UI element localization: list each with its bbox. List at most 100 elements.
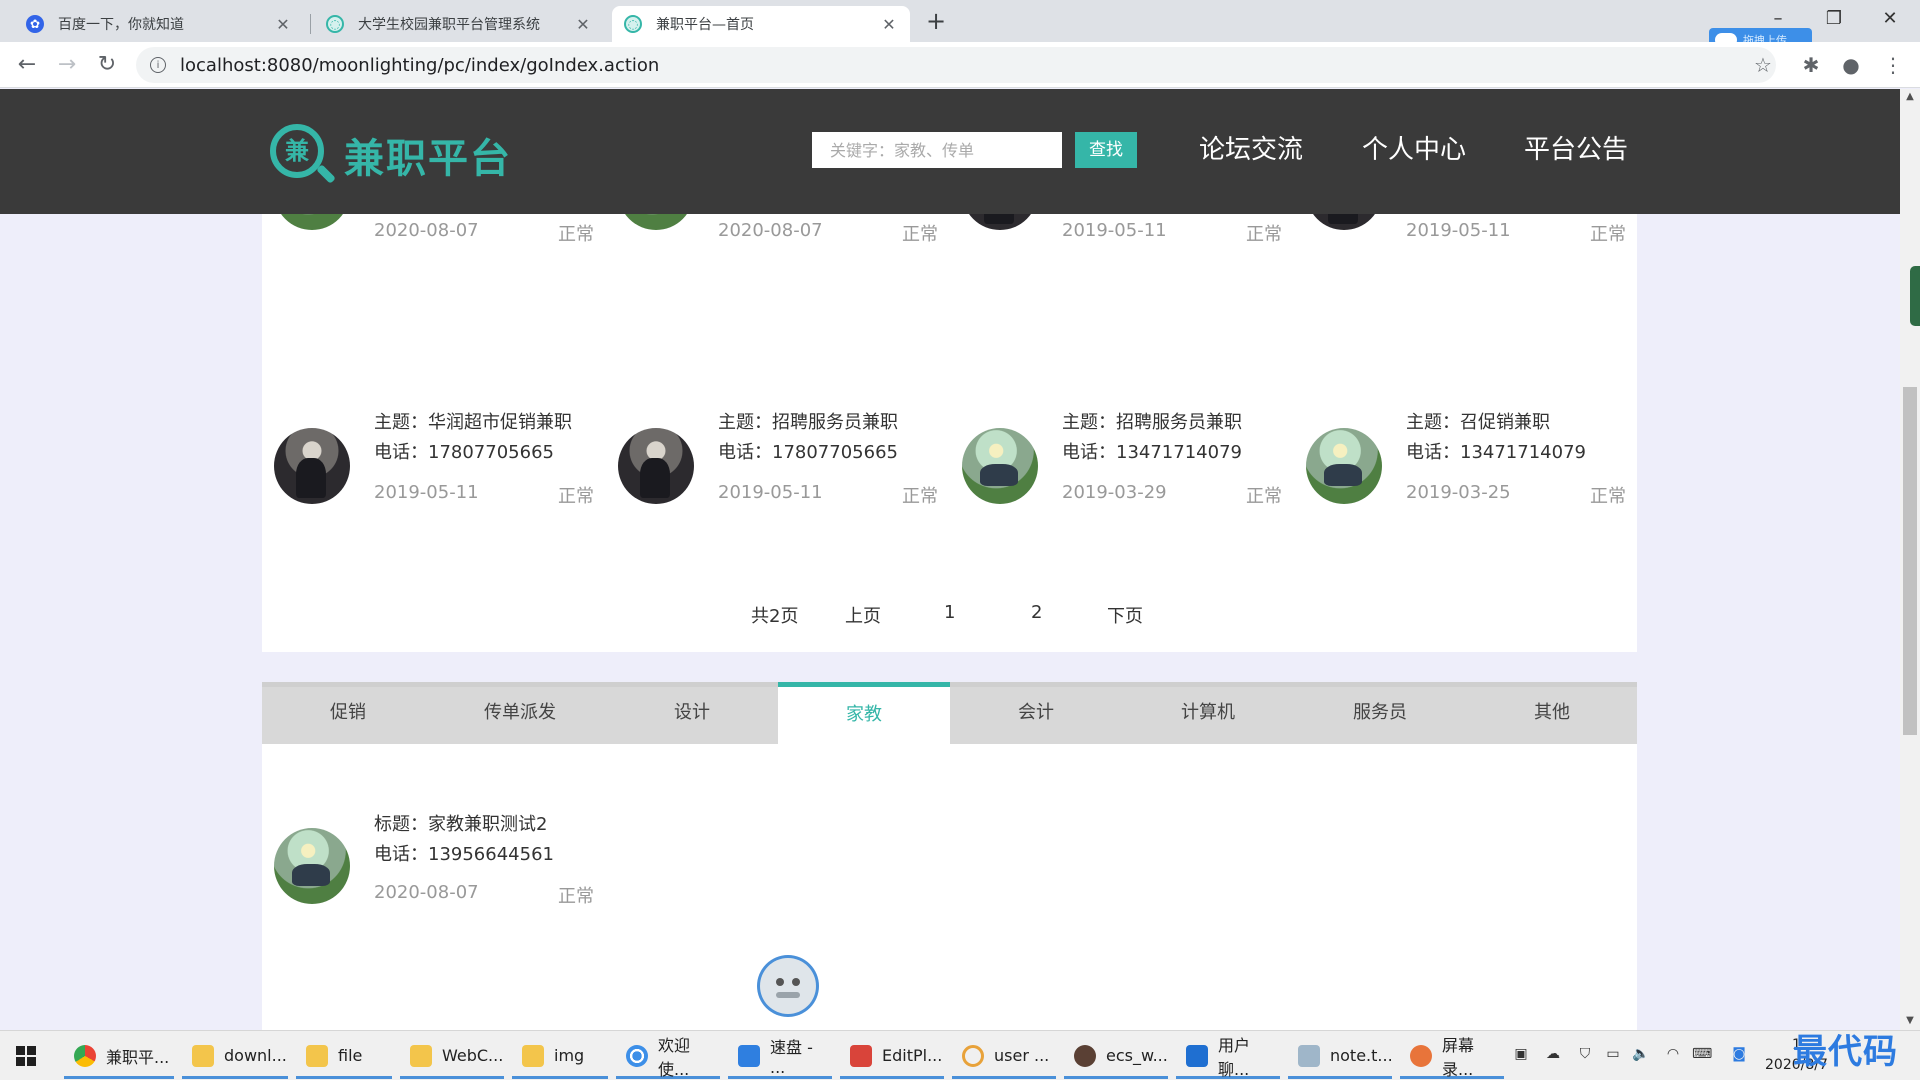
logo-glyph: 兼	[285, 137, 309, 165]
job-date: 2020-08-07	[374, 220, 479, 241]
site-info-icon[interactable]: i	[150, 57, 166, 73]
taskbar-label: 兼职平...	[106, 1047, 170, 1067]
job-card[interactable]: 主题：华润超市促销兼职 电话：17807705665 2019-05-11 正常	[262, 412, 602, 522]
taskbar-chat[interactable]: 用户聊...	[1176, 1035, 1280, 1079]
taskbar-webc[interactable]: WebC...	[400, 1035, 504, 1079]
job-date: 2019-03-29	[1062, 482, 1167, 503]
restore-icon[interactable]: ❐	[1806, 4, 1862, 34]
job-title[interactable]: 标题：家教兼职测试2	[374, 810, 547, 836]
tab-promotion[interactable]: 促销	[262, 682, 434, 744]
taskbar-img[interactable]: img	[512, 1035, 608, 1079]
taskbar-note[interactable]: note.t...	[1288, 1035, 1393, 1079]
new-tab-plus-icon[interactable]: +	[922, 8, 950, 36]
tab-waiter[interactable]: 服务员	[1294, 682, 1466, 744]
edge-icon	[1186, 1044, 1208, 1067]
taskbar-editplus[interactable]: EditPl...	[840, 1035, 944, 1079]
qq-tray-icon[interactable]: ◙	[1730, 1045, 1748, 1063]
browser-tab-home[interactable]: ◌ 兼职平台—首页 ✕	[612, 6, 910, 42]
magnifier-logo-icon: 兼	[268, 122, 336, 188]
url-path: :8080/moonlighting/pc/index/goIndex.acti…	[260, 54, 660, 76]
chat-robot-icon[interactable]	[757, 955, 819, 1017]
job-listing-panel: 2020-08-07 正常 2020-08-07 正常 2019-05-11 正…	[262, 154, 1637, 652]
taskbar-user[interactable]: user ...	[952, 1035, 1056, 1079]
tab-flyer[interactable]: 传单派发	[434, 682, 606, 744]
profile-avatar-icon[interactable]: ●	[1838, 52, 1864, 78]
tab-title: 百度一下，你就知道	[58, 17, 184, 33]
close-icon[interactable]: ✕	[574, 15, 592, 34]
tab-accounting[interactable]: 会计	[950, 682, 1122, 744]
wifi-tray-icon[interactable]: ◠	[1664, 1045, 1682, 1063]
job-title[interactable]: 主题：召促销兼职	[1406, 408, 1550, 434]
taskbar-label: 欢迎使...	[658, 1035, 691, 1079]
pagination-page-2[interactable]: 2	[1031, 602, 1042, 623]
taskbar-supan[interactable]: 速盘 - ...	[728, 1035, 832, 1079]
job-status: 正常	[902, 486, 938, 507]
job-title[interactable]: 主题：招聘服务员兼职	[718, 408, 898, 434]
scroll-down-icon[interactable]: ▼	[1900, 1015, 1920, 1026]
nav-forum[interactable]: 论坛交流	[1199, 129, 1303, 166]
baidu-cloud-icon	[626, 1044, 648, 1067]
site-logo[interactable]: 兼 兼职平台	[268, 122, 512, 188]
bookmark-star-icon[interactable]: ☆	[1750, 52, 1776, 78]
search-button[interactable]: 查找	[1075, 132, 1137, 168]
close-icon[interactable]: ✕	[274, 15, 292, 34]
baidu-paw-icon: ✿	[26, 15, 44, 33]
pagination-next[interactable]: 下页	[1107, 602, 1143, 628]
shield-tray-icon[interactable]: ⛉	[1576, 1045, 1594, 1063]
page-scrollbar[interactable]: ▲ ▼	[1900, 89, 1920, 1030]
camera-tray-icon[interactable]: ▣	[1512, 1045, 1530, 1063]
taskbar-file[interactable]: file	[296, 1035, 392, 1079]
tab-title: 兼职平台—首页	[656, 17, 754, 33]
reload-icon[interactable]: ↻	[92, 50, 122, 80]
job-card[interactable]: 主题：招聘服务员兼职 电话：13471714079 2019-03-29 正常	[950, 412, 1290, 522]
job-phone: 电话：13471714079	[1062, 442, 1242, 463]
taskbar-downloads[interactable]: downl...	[182, 1035, 288, 1079]
menu-kebab-icon[interactable]: ⋮	[1880, 52, 1906, 78]
address-bar[interactable]: i localhost:8080/moonlighting/pc/index/g…	[136, 47, 1776, 83]
folder-icon	[410, 1044, 432, 1067]
tab-design[interactable]: 设计	[606, 682, 778, 744]
pagination-prev[interactable]: 上页	[845, 602, 881, 628]
nav-personal-center[interactable]: 个人中心	[1362, 129, 1466, 166]
keyboard-tray-icon[interactable]: ⌨	[1692, 1045, 1712, 1063]
taskbar-welcome[interactable]: 欢迎使...	[616, 1035, 720, 1079]
window-close-icon[interactable]: ✕	[1862, 4, 1918, 34]
windows-start-icon[interactable]	[16, 1046, 36, 1066]
job-card[interactable]: 标题：家教兼职测试2 电话：13956644561 2020-08-07 正常	[262, 812, 602, 922]
keyword-search-input[interactable]	[812, 132, 1062, 168]
job-title[interactable]: 主题：华润超市促销兼职	[374, 408, 572, 434]
job-status: 正常	[902, 224, 938, 245]
side-drawer-handle[interactable]	[1910, 266, 1920, 326]
tab-tutoring[interactable]: 家教	[778, 682, 950, 744]
taskbar-label: 速盘 - ...	[770, 1038, 813, 1077]
scroll-up-icon[interactable]: ▲	[1900, 91, 1920, 102]
pagination-page-1[interactable]: 1	[944, 602, 955, 623]
cloud-tray-icon[interactable]: ☁	[1544, 1045, 1562, 1063]
taskbar-recorder[interactable]: 屏幕录...	[1400, 1035, 1504, 1079]
search-logo-icon: ◌	[326, 15, 344, 33]
volume-tray-icon[interactable]: 🔈	[1632, 1045, 1650, 1063]
taskbar-chrome[interactable]: 兼职平...	[64, 1035, 174, 1079]
close-icon[interactable]: ✕	[880, 15, 898, 34]
job-phone: 电话：13956644561	[374, 844, 554, 865]
job-card[interactable]: 主题：招聘服务员兼职 电话：17807705665 2019-05-11 正常	[606, 412, 946, 522]
back-arrow-icon[interactable]: ←	[12, 50, 42, 80]
browser-toolbar: ← → ↻ i localhost:8080/moonlighting/pc/i…	[0, 42, 1920, 88]
battery-tray-icon[interactable]: ▭	[1604, 1045, 1622, 1063]
ring-app-icon	[962, 1044, 984, 1067]
extensions-puzzle-icon[interactable]: ✱	[1798, 52, 1824, 78]
browser-tab-admin[interactable]: ◌ 大学生校园兼职平台管理系统 ✕	[314, 6, 604, 42]
job-card[interactable]: 主题：召促销兼职 电话：13471714079 2019-03-25 正常	[1294, 412, 1634, 522]
taskbar-label: 用户聊...	[1218, 1035, 1251, 1079]
tab-other[interactable]: 其他	[1466, 682, 1638, 744]
job-title[interactable]: 主题：招聘服务员兼职	[1062, 408, 1242, 434]
taskbar-ecs[interactable]: ecs_w...	[1064, 1035, 1168, 1079]
scrollbar-thumb[interactable]	[1903, 387, 1917, 735]
browser-tab-baidu[interactable]: ✿ 百度一下，你就知道 ✕	[14, 6, 304, 42]
job-status: 正常	[558, 486, 594, 507]
nav-announcements[interactable]: 平台公告	[1524, 129, 1628, 166]
tab-computer[interactable]: 计算机	[1122, 682, 1294, 744]
job-phone: 电话：13471714079	[1406, 442, 1586, 463]
job-phone: 电话：17807705665	[718, 442, 898, 463]
forward-arrow-icon[interactable]: →	[52, 50, 82, 80]
